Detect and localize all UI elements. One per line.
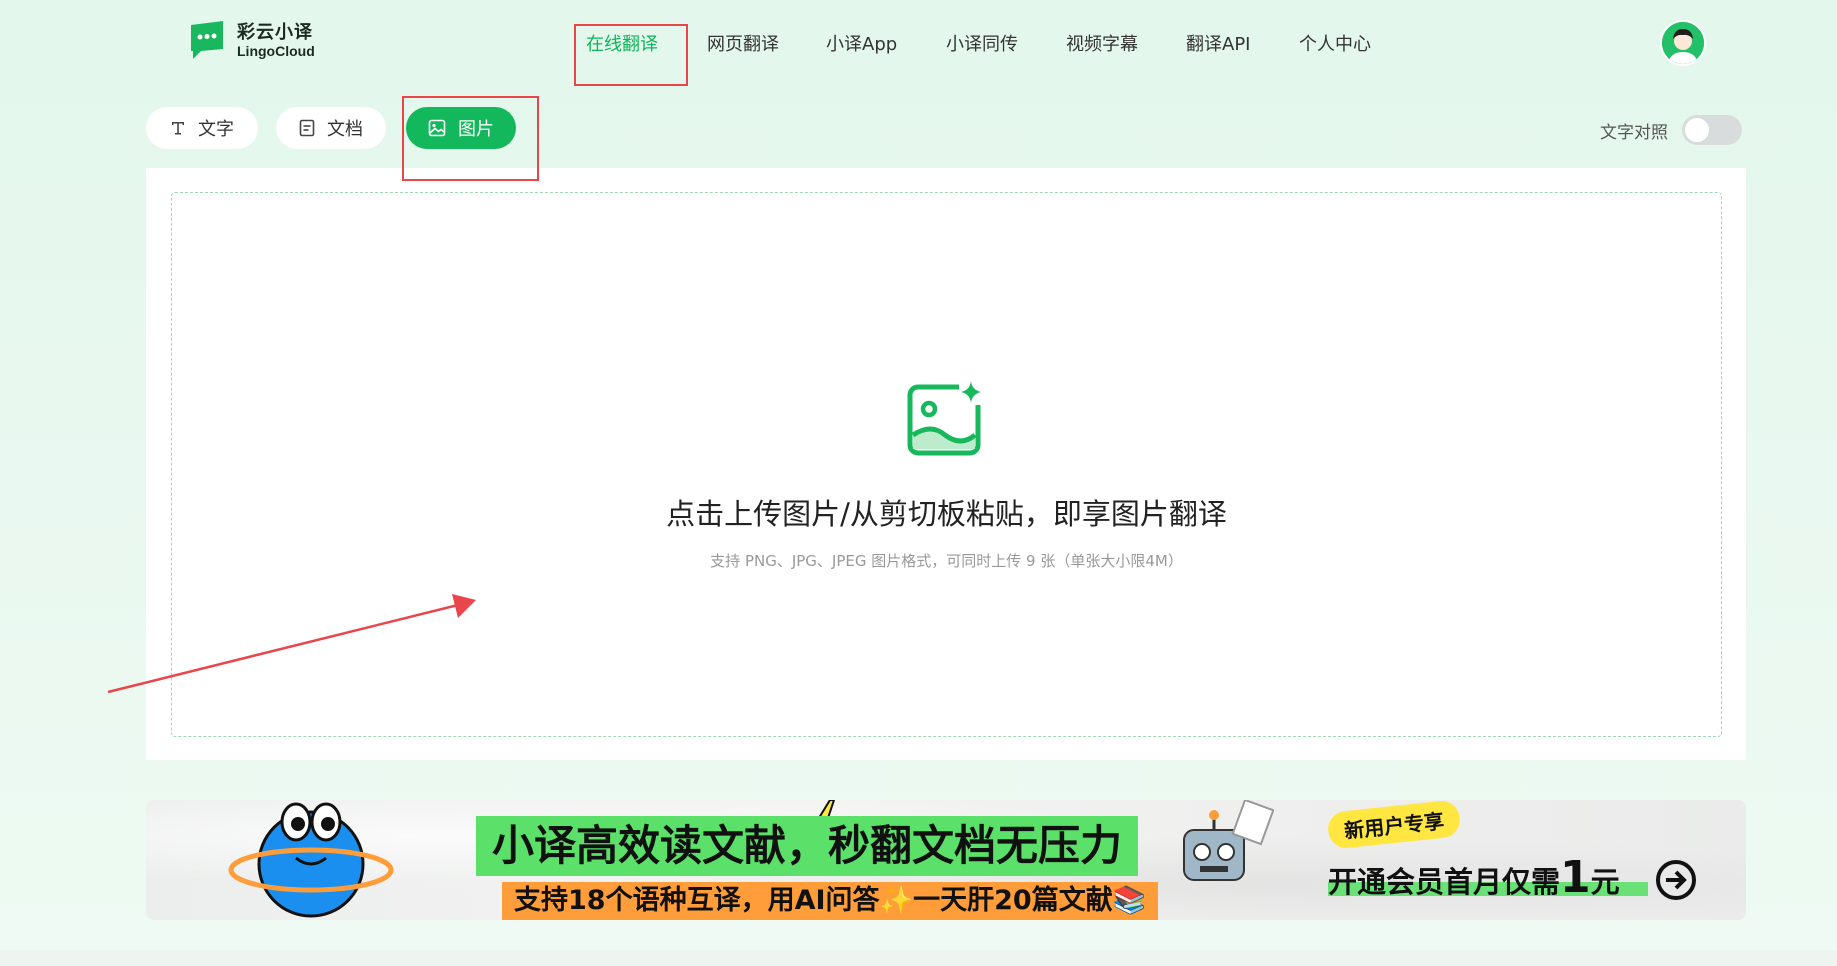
annotation-box-nav [574,24,688,86]
logo[interactable]: 彩云小译 LingoCloud [187,19,315,63]
text-type-icon [170,120,186,136]
document-icon [299,119,315,137]
robot-icon [1183,800,1274,881]
banner-offer: 开通会员首月仅需1元 [1328,852,1620,903]
nav-user-center[interactable]: 个人中心 [1299,30,1371,56]
footer-strip [0,950,1837,966]
user-avatar-icon[interactable] [1660,20,1706,66]
toggle-knob [1685,118,1709,142]
nav-simultaneous[interactable]: 小译同传 [946,30,1018,56]
image-sparkle-icon [907,379,985,456]
logo-chat-icon [187,19,227,63]
logo-name-en: LingoCloud [237,43,315,60]
text-compare-toggle[interactable] [1682,115,1742,145]
banner-subline: 支持18个语种互译，用AI问答✨一天肝20篇文献📚 [502,882,1159,920]
annotation-arrow-icon [107,594,476,694]
nav-web-translate[interactable]: 网页翻译 [707,30,779,56]
upload-hint: 支持 PNG、JPG、JPEG 图片格式，可同时上传 9 张（单张大小限4M） [710,552,1183,570]
tab-document[interactable]: 文档 [276,107,386,149]
nav-video-subtitles[interactable]: 视频字幕 [1066,30,1138,56]
nav-api[interactable]: 翻译API [1186,30,1250,56]
nav-app[interactable]: 小译App [826,30,897,56]
banner-headline: 小译高效读文献，秒翻文档无压力 [476,816,1139,876]
offer-suffix: 元 [1590,865,1620,899]
planet-mascot-icon [228,802,394,918]
logo-name-cn: 彩云小译 [237,21,313,43]
offer-number: 1 [1560,852,1591,903]
text-compare-label: 文字对照 [1600,122,1668,143]
offer-prefix: 开通会员首月仅需 [1328,865,1561,899]
promo-banner[interactable]: 小译高效读文献，秒翻文档无压力 支持18个语种互译，用AI问答✨一天肝20篇文献… [146,800,1746,920]
annotation-box-tab [402,96,539,181]
tab-text[interactable]: 文字 [146,107,258,149]
text-compare-toggle-group: 文字对照 [1600,115,1742,145]
page: 彩云小译 LingoCloud 在线翻译 网页翻译 小译App 小译同传 视频字… [0,0,1837,966]
arrow-right-circle-icon[interactable] [1656,860,1696,900]
tab-document-label: 文档 [327,119,363,140]
upload-title: 点击上传图片/从剪切板粘贴，即享图片翻译 [666,497,1227,531]
tab-text-label: 文字 [198,119,234,140]
